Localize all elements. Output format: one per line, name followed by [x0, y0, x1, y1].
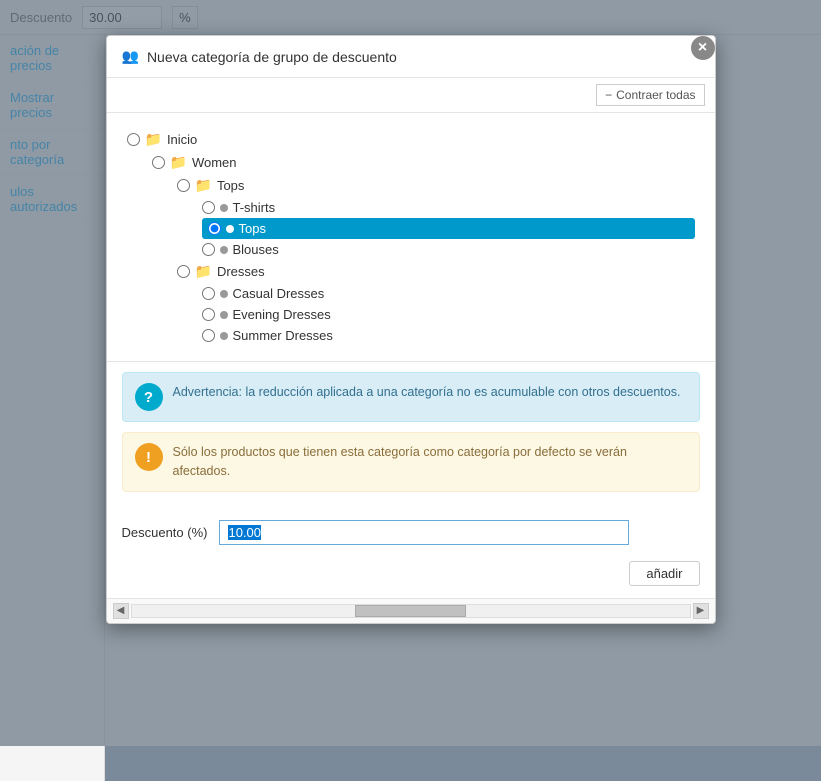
info-text-orange: Sólo los productos que tienen esta categ… [173, 443, 687, 481]
dot-icon-blouses [220, 246, 228, 254]
dot-icon-casual-dresses [220, 290, 228, 298]
info-box-orange: ! Sólo los productos que tienen esta cat… [122, 432, 700, 492]
folder-icon-inicio: 📁 [145, 131, 162, 148]
category-tree: 📁 Inicio 📁 Women 📁 Tops [107, 113, 715, 362]
info-text-blue: Advertencia: la reducción aplicada a una… [173, 383, 681, 402]
tree-item-blouses[interactable]: Blouses [202, 239, 695, 260]
folder-icon-dresses: 📁 [195, 263, 212, 280]
info-boxes: ? Advertencia: la reducción aplicada a u… [107, 362, 715, 512]
discount-percent-input[interactable] [219, 520, 629, 545]
radio-evening-dresses[interactable] [202, 308, 215, 321]
scroll-right-arrow[interactable]: ▶ [693, 603, 709, 619]
add-row: añadir [107, 557, 715, 598]
radio-summer-dresses[interactable] [202, 329, 215, 342]
label-summer-dresses: Summer Dresses [233, 328, 333, 343]
info-box-blue: ? Advertencia: la reducción aplicada a u… [122, 372, 700, 422]
discount-percent-label: Descuento (%) [122, 525, 208, 540]
label-inicio: Inicio [167, 132, 197, 147]
modal-title: Nueva categoría de grupo de descuento [147, 49, 397, 65]
dot-icon-tshirts [220, 204, 228, 212]
collapse-label: Contraer todas [616, 88, 695, 102]
collapse-all-button[interactable]: − Contraer todas [596, 84, 704, 106]
info-icon-blue: ? [135, 383, 163, 411]
dot-icon-evening-dresses [220, 311, 228, 319]
radio-tops-folder[interactable] [177, 179, 190, 192]
tree-item-tops-selected[interactable]: Tops [202, 218, 695, 239]
tree-item-evening-dresses[interactable]: Evening Dresses [202, 304, 695, 325]
label-evening-dresses: Evening Dresses [233, 307, 331, 322]
label-blouses: Blouses [233, 242, 279, 257]
modal-header: 👥 Nueva categoría de grupo de descuento [107, 36, 715, 78]
label-tshirts: T-shirts [233, 200, 276, 215]
collapse-icon: − [605, 88, 612, 102]
radio-women[interactable] [152, 156, 165, 169]
add-button[interactable]: añadir [629, 561, 699, 586]
radio-tops-selected[interactable] [208, 222, 221, 235]
discount-row: Descuento (%) [107, 512, 715, 557]
radio-casual-dresses[interactable] [202, 287, 215, 300]
scroll-thumb[interactable] [355, 605, 467, 617]
tree-item-tshirts[interactable]: T-shirts [202, 197, 695, 218]
dot-icon-summer-dresses [220, 332, 228, 340]
tree-item-dresses-folder[interactable]: 📁 Dresses [177, 260, 695, 283]
radio-tshirts[interactable] [202, 201, 215, 214]
dot-icon-tops [226, 225, 234, 233]
folder-icon-tops: 📁 [195, 177, 212, 194]
modal-dialog: × 👥 Nueva categoría de grupo de descuent… [106, 35, 716, 624]
group-icon: 👥 [122, 48, 139, 65]
modal-toolbar: − Contraer todas [107, 78, 715, 113]
close-button[interactable]: × [689, 35, 716, 62]
scroll-left-arrow[interactable]: ◀ [113, 603, 129, 619]
folder-icon-women: 📁 [170, 154, 187, 171]
label-casual-dresses: Casual Dresses [233, 286, 325, 301]
modal-overlay: × 👥 Nueva categoría de grupo de descuent… [0, 0, 821, 746]
tree-item-casual-dresses[interactable]: Casual Dresses [202, 283, 695, 304]
radio-dresses-folder[interactable] [177, 265, 190, 278]
scroll-track[interactable] [131, 604, 691, 618]
label-dresses-folder: Dresses [217, 264, 265, 279]
label-tops-folder: Tops [217, 178, 244, 193]
tree-item-summer-dresses[interactable]: Summer Dresses [202, 325, 695, 346]
horizontal-scrollbar[interactable]: ◀ ▶ [107, 598, 715, 623]
radio-blouses[interactable] [202, 243, 215, 256]
tree-item-tops-folder[interactable]: 📁 Tops [177, 174, 695, 197]
tree-item-women[interactable]: 📁 Women [152, 151, 695, 174]
radio-inicio[interactable] [127, 133, 140, 146]
label-tops-selected: Tops [239, 221, 266, 236]
label-women: Women [192, 155, 237, 170]
info-icon-orange: ! [135, 443, 163, 471]
tree-item-inicio[interactable]: 📁 Inicio [127, 128, 695, 151]
